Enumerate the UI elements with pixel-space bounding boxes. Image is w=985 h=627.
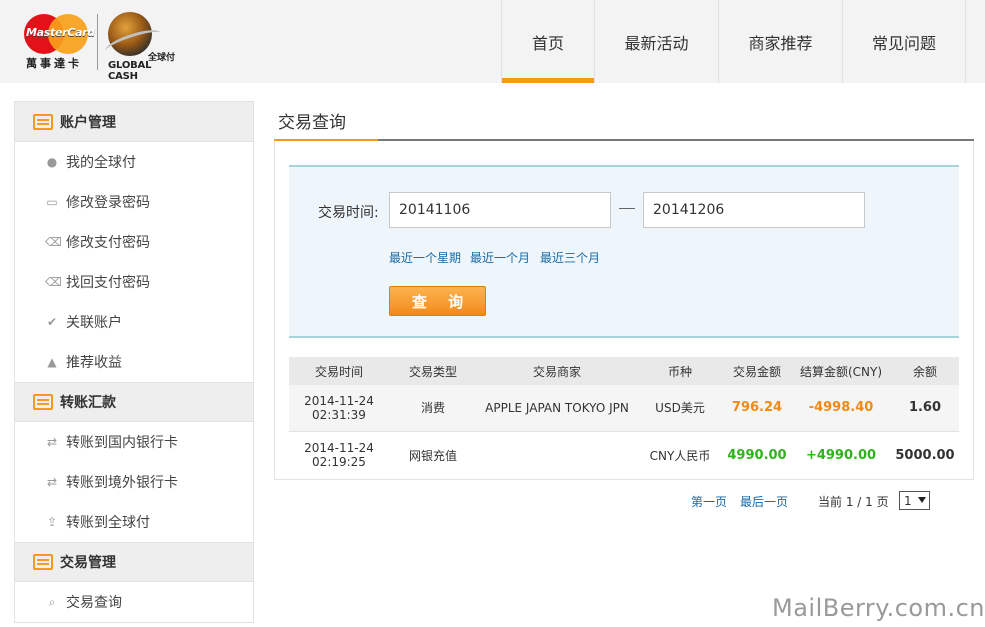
global-cash-english-name: GLOBAL CASH	[108, 60, 152, 82]
sidebar-section-account[interactable]: 账户管理	[15, 102, 253, 142]
col-currency: 币种	[637, 357, 723, 385]
query-button[interactable]: 查 询	[389, 286, 486, 316]
sidebar-item-label: 找回支付密码	[66, 275, 150, 291]
chevron-down-icon	[918, 497, 926, 503]
cell-settle: +4990.00	[791, 431, 891, 480]
page-select-value: 1	[904, 493, 912, 508]
date-range-dash	[619, 208, 635, 209]
cell-merchant	[477, 431, 637, 480]
cell-currency: USD美元	[637, 385, 723, 432]
cell-amount: 796.24	[723, 385, 791, 432]
cell-amount: 4990.00	[723, 431, 791, 480]
cell-time: 2014-11-24 02:19:25	[289, 431, 389, 480]
cell-merchant: APPLE JAPAN TOKYO JPN	[477, 385, 637, 432]
sidebar-item-transfer-overseas[interactable]: ⇄ 转账到境外银行卡	[15, 462, 253, 502]
key-icon: ⌫	[45, 235, 62, 249]
cell-balance: 5000.00	[891, 431, 959, 480]
sidebar-section-transfer[interactable]: 转账汇款	[15, 382, 253, 422]
sidebar-item-label: 修改登录密码	[66, 195, 150, 211]
nav-faq[interactable]: 常见问题	[842, 0, 966, 83]
sidebar-item-linked-accounts[interactable]: ✔ 关联账户	[15, 302, 253, 342]
cell-date-text: 2014-11-24	[304, 441, 374, 455]
mastercard-chinese-name: 萬事達卡	[26, 57, 82, 70]
sidebar-item-label: 修改支付密码	[66, 235, 150, 251]
sidebar-item-label: 转账到境外银行卡	[66, 475, 178, 491]
sidebar-section-title: 交易管理	[60, 555, 116, 571]
cell-time-text: 02:31:39	[312, 407, 366, 422]
cell-date-text: 2014-11-24	[304, 393, 374, 408]
global-cash-logo[interactable]: 全球付 GLOBAL CASH	[102, 12, 179, 82]
mastercard-logo-text: MasterCard	[26, 26, 95, 39]
top-header: MasterCard 萬事達卡 全球付 GLOBAL CASH 首页 最新活动 …	[0, 0, 985, 83]
quick-last-week-link[interactable]: 最近一个星期	[389, 249, 461, 266]
user-icon: ●	[46, 155, 58, 169]
last-page-link[interactable]: 最后一页	[740, 493, 788, 510]
nav-latest-events[interactable]: 最新活动	[594, 0, 718, 83]
nav-merchant-recommend[interactable]: 商家推荐	[718, 0, 842, 83]
sidebar-section-transactions[interactable]: 交易管理	[15, 542, 253, 582]
cell-settle: -4998.40	[791, 385, 891, 432]
sidebar-item-transfer-domestic[interactable]: ⇄ 转账到国内银行卡	[15, 422, 253, 462]
page-select[interactable]: 1	[899, 491, 930, 510]
cell-balance: 1.60	[891, 385, 959, 432]
check-circle-icon: ✔	[46, 315, 58, 329]
sidebar-item-label: 交易查询	[66, 595, 122, 611]
card-icon	[33, 113, 53, 130]
transaction-table: 交易时间 交易类型 交易商家 币种 交易金额 结算金额(CNY) 余额 2014…	[289, 357, 959, 480]
sidebar-item-transfer-globalcash[interactable]: ⇪ 转账到全球付	[15, 502, 253, 542]
cell-type: 网银充值	[389, 431, 477, 480]
table-row: 2014-11-24 02:31:39 消费 APPLE JAPAN TOKYO …	[289, 385, 959, 432]
sidebar-item-my-account[interactable]: ● 我的全球付	[15, 142, 253, 182]
sidebar-item-referral-earnings[interactable]: ▲ 推荐收益	[15, 342, 253, 382]
sidebar-item-recover-pay-password[interactable]: ⌫ 找回支付密码	[15, 262, 253, 302]
col-merchant: 交易商家	[477, 357, 637, 385]
sidebar-item-label: 关联账户	[66, 315, 122, 331]
col-time: 交易时间	[289, 357, 389, 385]
main-nav: 首页 最新活动 商家推荐 常见问题	[501, 0, 966, 83]
search-icon: ⌕	[48, 595, 56, 609]
upload-icon: ⇪	[46, 515, 58, 529]
date-range-label: 交易时间:	[318, 205, 379, 221]
sidebar-section-title: 账户管理	[60, 114, 116, 131]
quick-last-three-months-link[interactable]: 最近三个月	[540, 249, 600, 266]
cell-time-text: 02:19:25	[312, 455, 366, 469]
col-settle: 结算金额(CNY)	[791, 357, 891, 385]
end-date-input[interactable]	[643, 192, 865, 228]
thumbs-up-icon: ▲	[47, 355, 57, 369]
nav-home[interactable]: 首页	[501, 0, 594, 83]
sidebar-item-label: 我的全球付	[66, 155, 136, 171]
table-header-row: 交易时间 交易类型 交易商家 币种 交易金额 结算金额(CNY) 余额	[289, 357, 959, 385]
sidebar: 账户管理 ● 我的全球付 ▭ 修改登录密码 ⌫ 修改支付密码 ⌫ 找回支付密码 …	[14, 101, 254, 623]
transfer-icon	[33, 394, 53, 410]
col-amount: 交易金额	[723, 357, 791, 385]
col-balance: 余额	[891, 357, 959, 385]
exchange-icon: ⇄	[46, 435, 58, 449]
page-title: 交易查询	[278, 113, 346, 133]
sidebar-item-label: 转账到全球付	[66, 515, 150, 531]
sidebar-item-transaction-query[interactable]: ⌕ 交易查询	[15, 582, 253, 622]
logo-divider	[97, 14, 98, 70]
exchange-icon: ⇄	[46, 475, 58, 489]
col-type: 交易类型	[389, 357, 477, 385]
cell-time: 2014-11-24 02:31:39	[289, 385, 389, 432]
sidebar-item-label: 推荐收益	[66, 355, 122, 371]
watermark: MailBerry.com.cn	[772, 594, 985, 622]
password-icon: ▭	[46, 195, 58, 209]
sidebar-section-title: 转账汇款	[60, 395, 116, 411]
start-date-input[interactable]	[389, 192, 611, 228]
mastercard-logo[interactable]: MasterCard	[24, 14, 95, 54]
sidebar-item-change-login-password[interactable]: ▭ 修改登录密码	[15, 182, 253, 222]
sidebar-item-label: 转账到国内银行卡	[66, 435, 178, 451]
quick-last-month-link[interactable]: 最近一个月	[470, 249, 530, 266]
table-row: 2014-11-24 02:19:25 网银充值 CNY人民币 4990.00 +…	[289, 431, 959, 480]
chart-icon	[33, 554, 53, 570]
page-status: 当前 1 / 1 页	[818, 495, 889, 509]
sidebar-item-change-pay-password[interactable]: ⌫ 修改支付密码	[15, 222, 253, 262]
first-page-link[interactable]: 第一页	[691, 493, 727, 510]
cell-type: 消费	[389, 385, 477, 432]
key-icon: ⌫	[45, 275, 62, 289]
cell-currency: CNY人民币	[637, 431, 723, 480]
